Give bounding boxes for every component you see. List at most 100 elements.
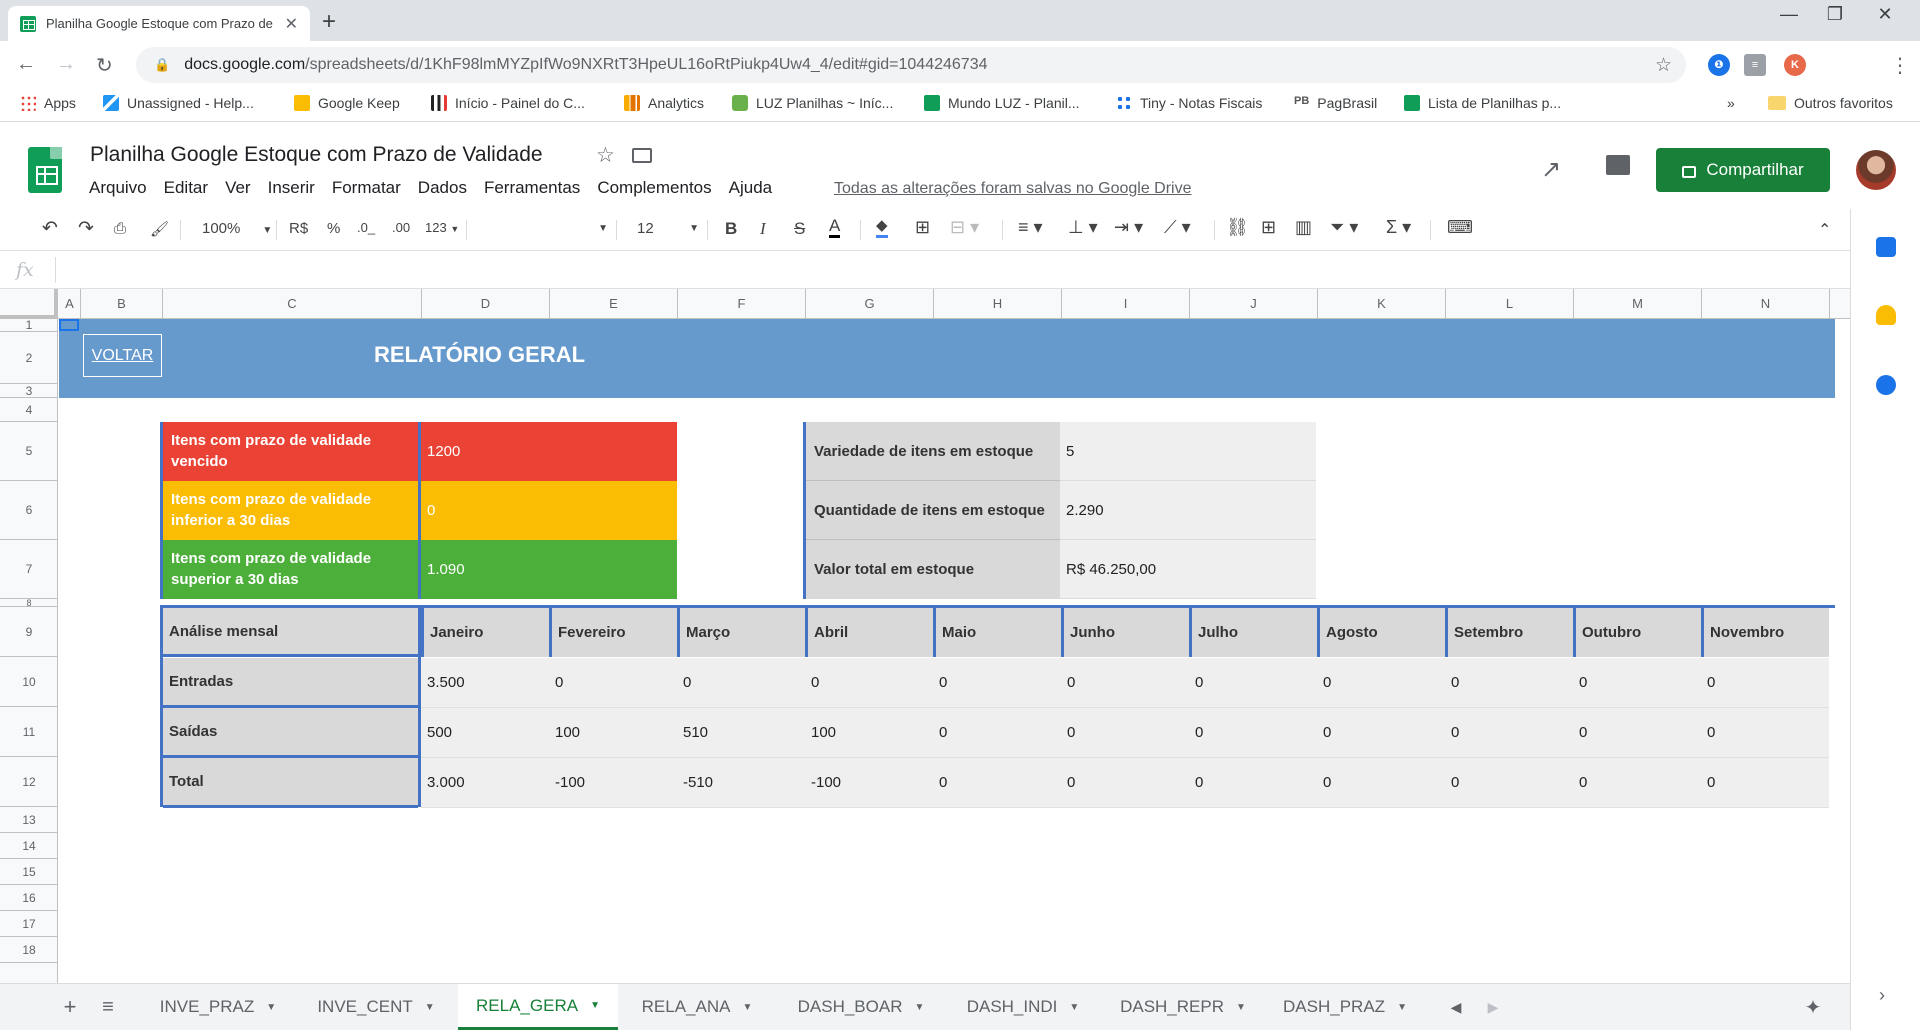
sheet-tab-dash-indi[interactable]: DASH_INDI ▼ [950, 984, 1096, 1030]
menu-complementos[interactable]: Complementos [597, 178, 711, 198]
bookmark-google-keep[interactable]: Google Keep [294, 95, 400, 111]
row-header-5[interactable]: 5 [0, 422, 58, 481]
bold-button[interactable]: B [725, 219, 737, 239]
row-header-9[interactable]: 9 [0, 607, 58, 657]
tasks-icon[interactable] [1876, 375, 1896, 395]
save-status-link[interactable]: Todas as alterações foram salvas no Goog… [834, 180, 1192, 198]
horizontal-align-icon[interactable]: ≡ ▾ [1018, 217, 1043, 238]
cell-area[interactable]: VOLTAR RELATÓRIO GERAL Itens com prazo d… [59, 319, 1835, 983]
window-close-icon[interactable]: ✕ [1862, 4, 1908, 25]
all-sheets-icon[interactable]: ≡ [96, 984, 120, 1030]
increase-decimal-button[interactable]: .00 [392, 220, 410, 235]
menu-inserir[interactable]: Inserir [268, 178, 315, 198]
bookmarks-overflow[interactable]: » [1727, 95, 1735, 111]
scroll-tabs-right-icon[interactable]: ▶ [1483, 984, 1503, 1030]
column-header-m[interactable]: M [1574, 289, 1702, 319]
text-wrap-icon[interactable]: ⇥ ▾ [1114, 217, 1143, 238]
star-icon[interactable]: ☆ [596, 143, 615, 168]
row-header-13[interactable]: 13 [0, 807, 58, 833]
row-header-7[interactable]: 7 [0, 540, 58, 599]
column-header-n[interactable]: N [1702, 289, 1830, 319]
back-icon[interactable]: ← [16, 53, 36, 76]
strikethrough-button[interactable]: S [794, 219, 805, 239]
column-header-g[interactable]: G [806, 289, 934, 319]
sheet-tab-rela-ana[interactable]: RELA_ANA ▼ [626, 984, 768, 1030]
bookmark-analytics[interactable]: Analytics [624, 95, 704, 111]
percent-format-button[interactable]: % [327, 220, 340, 237]
sheet-tab-dash-repr[interactable]: DASH_REPR ▼ [1108, 984, 1258, 1030]
expand-panel-icon[interactable]: › [1879, 985, 1885, 1006]
bookmark-tiny[interactable]: Tiny - Notas Fiscais [1116, 95, 1262, 111]
restore-icon[interactable]: ❐ [1812, 4, 1858, 25]
row-header-6[interactable]: 6 [0, 481, 58, 540]
row-header-14[interactable]: 14 [0, 833, 58, 859]
row-header-17[interactable]: 17 [0, 911, 58, 937]
row-header-3[interactable]: 3 [0, 384, 58, 398]
comments-icon[interactable] [1606, 155, 1630, 175]
column-header-l[interactable]: L [1446, 289, 1574, 319]
fill-color-icon[interactable]: ◆ [876, 217, 888, 238]
bookmark-mundo-luz[interactable]: Mundo LUZ - Planil... [924, 95, 1080, 111]
row-header-8[interactable]: 8 [0, 598, 58, 608]
row-header-18[interactable]: 18 [0, 937, 58, 963]
reload-icon[interactable]: ↻ [96, 53, 113, 78]
scroll-tabs-left-icon[interactable]: ◀ [1446, 984, 1466, 1030]
bookmark-pagbrasil[interactable]: PB PagBrasil [1294, 95, 1377, 111]
browser-tab[interactable]: Planilha Google Estoque com Prazo de Val… [8, 6, 310, 41]
notes-extension-icon[interactable]: ≡ [1744, 54, 1766, 76]
functions-icon[interactable]: Σ ▾ [1386, 217, 1411, 238]
bookmark-lista-planilhas[interactable]: Lista de Planilhas p... [1404, 95, 1561, 111]
borders-icon[interactable]: ⊞ [915, 217, 930, 238]
column-header-f[interactable]: F [678, 289, 806, 319]
column-header-b[interactable]: B [81, 289, 163, 319]
sheet-tab-rela-gera[interactable]: RELA_GERA ▼ [458, 984, 618, 1030]
row-header-1[interactable]: 1 [0, 318, 58, 332]
explore-icon[interactable]: ✦ [1800, 984, 1826, 1030]
bookmark-star-icon[interactable]: ☆ [1655, 54, 1672, 77]
row-header-16[interactable]: 16 [0, 885, 58, 911]
menu-editar[interactable]: Editar [164, 178, 208, 198]
forward-icon[interactable]: → [56, 53, 76, 76]
address-bar[interactable]: 🔒 docs.google.com/spreadsheets/d/1KhF98l… [136, 47, 1686, 83]
bookmark-luz[interactable]: LUZ Planilhas ~ Iníc... [732, 95, 893, 111]
paint-format-icon[interactable]: 🖌 [150, 220, 169, 238]
row-header-10[interactable]: 10 [0, 657, 58, 707]
print-icon[interactable]: ⎙ [114, 220, 126, 237]
bookmark-outros-favoritos[interactable]: Outros favoritos [1768, 95, 1893, 111]
insert-link-icon[interactable]: ⛓ [1226, 217, 1249, 238]
menu-ajuda[interactable]: Ajuda [729, 178, 772, 198]
bookmark-painel[interactable]: Início - Painel do C... [431, 95, 585, 111]
column-header-a[interactable]: A [59, 289, 81, 319]
move-to-folder-icon[interactable] [632, 148, 652, 163]
column-header-h[interactable]: H [934, 289, 1062, 319]
select-all-corner[interactable] [0, 289, 58, 319]
browser-menu-icon[interactable]: ⋮ [1890, 53, 1910, 78]
share-button[interactable]: Compartilhar [1656, 148, 1830, 192]
password-extension-icon[interactable]: ❶ [1708, 54, 1730, 76]
account-avatar[interactable] [1856, 150, 1896, 190]
column-header-e[interactable]: E [550, 289, 678, 319]
minimize-icon[interactable]: — [1766, 4, 1812, 25]
document-title[interactable]: Planilha Google Estoque com Prazo de Val… [90, 143, 543, 167]
add-sheet-icon[interactable]: + [58, 984, 82, 1030]
new-tab-button[interactable]: + [322, 8, 336, 36]
vertical-align-icon[interactable]: ⊥ ▾ [1068, 217, 1098, 238]
column-header-d[interactable]: D [422, 289, 550, 319]
sheet-tab-inve-praz[interactable]: INVE_PRAZ ▼ [142, 984, 294, 1030]
redo-icon[interactable]: ↷ [78, 217, 94, 240]
activity-dashboard-icon[interactable]: ↗ [1541, 155, 1561, 184]
menu-ver[interactable]: Ver [225, 178, 251, 198]
filter-icon[interactable]: ⏷ ▾ [1330, 217, 1358, 238]
menu-dados[interactable]: Dados [418, 178, 467, 198]
row-header-11[interactable]: 11 [0, 707, 58, 757]
row-header-12[interactable]: 12 [0, 757, 58, 807]
insert-chart-icon[interactable]: ▥ [1295, 217, 1312, 238]
sheet-tab-dash-boar[interactable]: DASH_BOAR ▼ [782, 984, 940, 1030]
merge-cells-icon[interactable]: ⊟ ▾ [950, 217, 979, 238]
keep-icon[interactable] [1876, 305, 1896, 325]
row-header-4[interactable]: 4 [0, 398, 58, 422]
voltar-link[interactable]: VOLTAR [83, 334, 162, 377]
zoom-select[interactable]: 100% ▼ [202, 220, 272, 237]
bookmark-apps[interactable]: Apps [20, 95, 76, 111]
currency-format-button[interactable]: R$ [289, 220, 308, 237]
